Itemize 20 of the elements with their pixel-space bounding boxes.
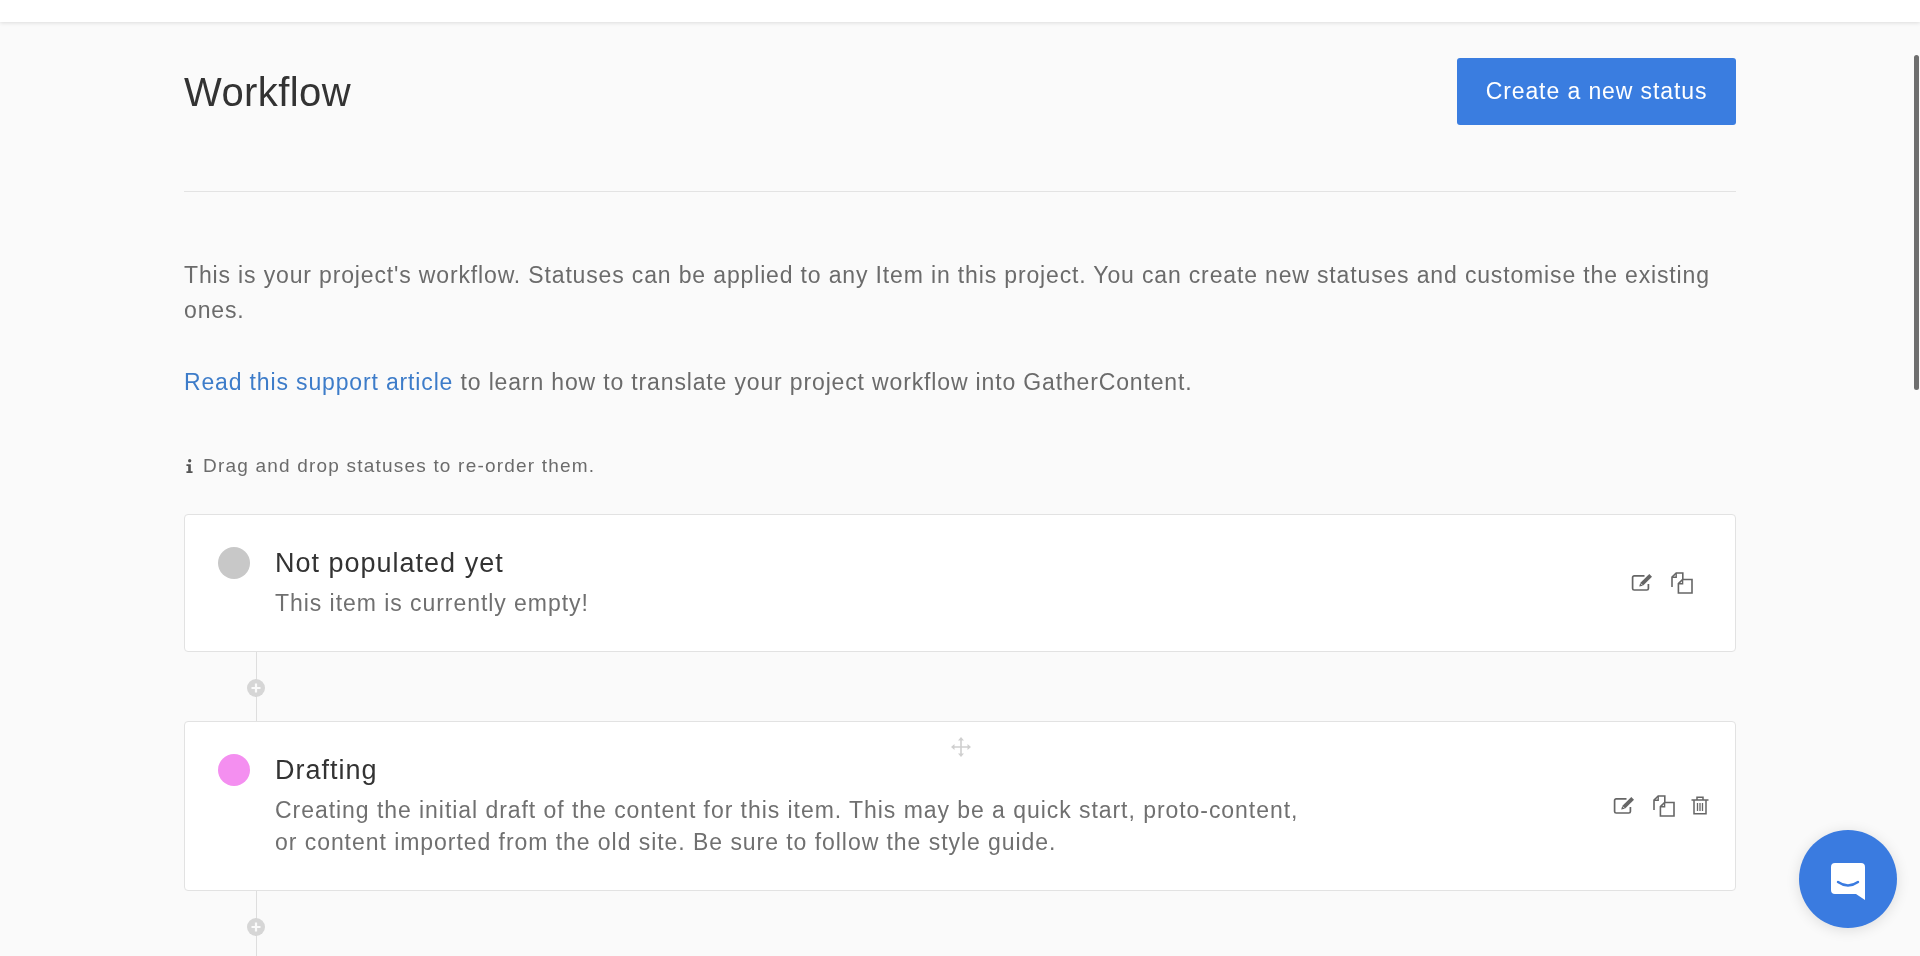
status-card[interactable]: Not populated yet This item is currently empty! [184, 514, 1736, 652]
support-sentence: Read this support article to learn how to translate your project workflow into GatherContent. [184, 368, 1193, 397]
status-description: This item is currently empty! [275, 589, 590, 618]
edit-icon[interactable] [1631, 573, 1655, 592]
support-article-link[interactable]: Read this support article [184, 369, 454, 395]
hint-text: Drag and drop statuses to re-order them. [203, 454, 596, 478]
status-card[interactable]: Drafting Creating the initial draft of the content for this item. This may be a quick start, proto-content, or content imported from the old site. Be sure to follow the style guide. [184, 721, 1736, 891]
create-status-button[interactable]: Create a new status [1457, 58, 1736, 125]
chat-bubble-icon [1831, 862, 1865, 900]
trash-icon[interactable] [1691, 796, 1709, 815]
status-name: Not populated yet [275, 547, 504, 580]
copy-icon[interactable] [1671, 571, 1693, 594]
intro-paragraph: This is your project's workflow. Statuses can be applied to any Item in this project. You can create new statuses and customise the existing ones. [184, 261, 1711, 325]
copy-icon[interactable] [1653, 794, 1675, 817]
status-description: Creating the initial draft of the content for this item. This may be a quick start, proto-content, or content imported from the old site. Be sure to follow the style guide. [275, 796, 1300, 857]
page-title: Workflow [184, 68, 351, 116]
scrollbar-thumb[interactable] [1914, 55, 1919, 390]
edit-icon[interactable] [1613, 796, 1637, 815]
info-icon [186, 459, 193, 473]
status-name: Drafting [275, 754, 378, 787]
